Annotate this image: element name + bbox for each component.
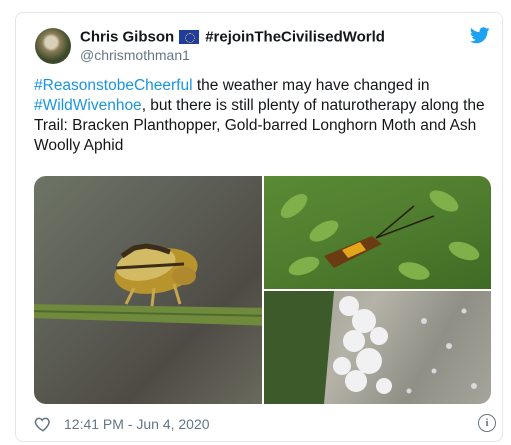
author-hashtag: #rejoinTheCivilisedWorld — [205, 28, 385, 46]
tweet-timestamp[interactable]: 12:41 PM - Jun 4, 2020 — [64, 416, 210, 432]
photo-planthopper[interactable] — [34, 176, 275, 404]
photo-gold-barred-longhorn-moth[interactable] — [264, 176, 491, 289]
author-handle[interactable]: @chrismothman1 — [80, 47, 190, 63]
tweet-footer: 12:41 PM - Jun 4, 2020 i — [34, 414, 496, 434]
tweet-card: Chris Gibson #rejoinTheCivilisedWorld @ch… — [15, 12, 503, 442]
media-grid — [34, 176, 491, 404]
author-name[interactable]: Chris Gibson — [80, 29, 174, 46]
tweet-text: #ReasonstobeCheerful the weather may hav… — [34, 76, 496, 156]
info-icon[interactable]: i — [478, 414, 496, 432]
avatar[interactable] — [35, 28, 71, 64]
hashtag-link[interactable]: #ReasonstobeCheerful — [34, 77, 193, 94]
heart-icon[interactable] — [34, 415, 52, 433]
twitter-bird-icon[interactable] — [470, 27, 490, 44]
eu-flag-icon — [179, 30, 200, 45]
hashtag-link[interactable]: #WildWivenhoe — [34, 97, 142, 114]
author-name-row[interactable]: Chris Gibson #rejoinTheCivilisedWorld — [80, 28, 385, 46]
photo-ash-woolly-aphid[interactable] — [264, 291, 491, 404]
tweet-text-segment: the weather may have changed in — [192, 77, 430, 94]
